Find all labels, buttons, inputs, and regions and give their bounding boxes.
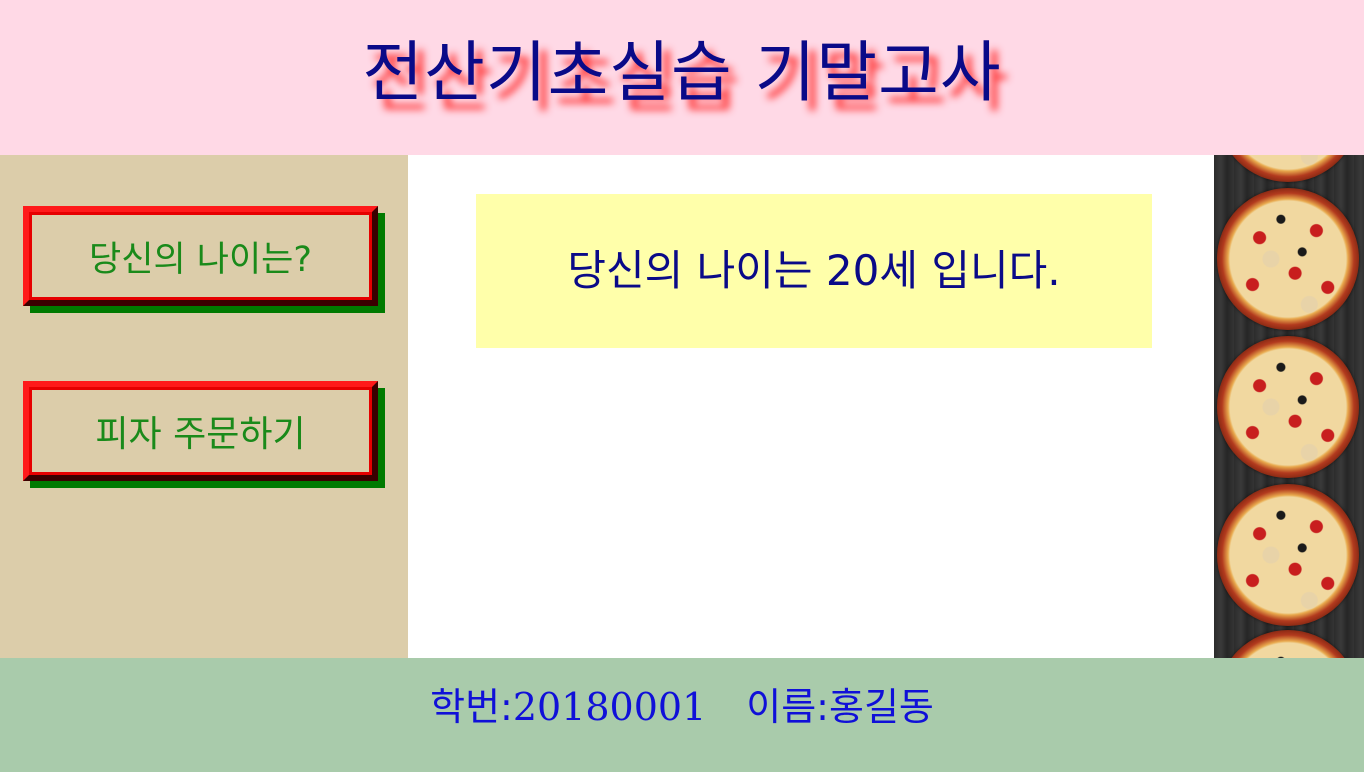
pizza-image-strip xyxy=(1214,155,1364,658)
pizza-image xyxy=(1217,188,1359,330)
page-title: 전산기초실습 기말고사 xyxy=(362,33,1002,111)
student-info: 학번:20180001 이름:홍길동 xyxy=(0,676,1364,731)
age-button-label: 당신의 나이는? xyxy=(89,239,312,280)
student-id: 20180001 xyxy=(512,685,707,729)
pizza-order-button[interactable]: 피자 주문하기 xyxy=(23,381,378,481)
result-box: 당신의 나이는 20세 입니다. xyxy=(476,194,1152,348)
name-label: 이름: xyxy=(746,685,829,729)
age-button[interactable]: 당신의 나이는? xyxy=(23,206,378,306)
pizza-image xyxy=(1217,336,1359,478)
main-content: 당신의 나이는 20세 입니다. xyxy=(408,155,1214,658)
header: 전산기초실습 기말고사 xyxy=(0,0,1364,155)
pizza-image xyxy=(1217,484,1359,626)
pizza-image xyxy=(1217,630,1359,658)
sidebar: 당신의 나이는? 피자 주문하기 xyxy=(0,155,408,658)
footer: 학번:20180001 이름:홍길동 xyxy=(0,658,1364,772)
pizza-image xyxy=(1217,155,1359,182)
result-text: 당신의 나이는 20세 입니다. xyxy=(567,245,1061,295)
page: 전산기초실습 기말고사 당신의 나이는? 피자 주문하기 당신의 나이는 20세… xyxy=(0,0,1364,772)
student-id-label: 학번: xyxy=(430,685,513,729)
student-name: 홍길동 xyxy=(829,685,934,729)
pizza-order-button-label: 피자 주문하기 xyxy=(95,414,306,455)
